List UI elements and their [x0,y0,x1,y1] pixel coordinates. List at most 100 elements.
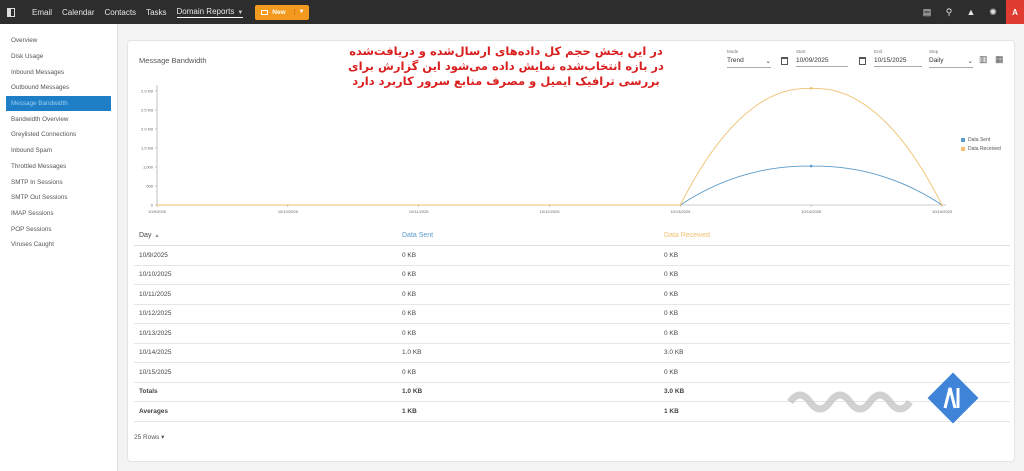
sidebar: Overview Disk Usage Inbound Messages Outbou… [0,24,118,471]
data-point [809,86,813,90]
legend-item-received: Data Received [961,146,1001,152]
series-line-sent [157,165,943,206]
cell-data-received: 0 KB [664,271,679,279]
data-point [548,204,551,206]
new-dropdown-chevron-icon[interactable]: ▼ [293,9,309,15]
sidebar-item-bandwidth-overview[interactable]: Bandwidth Overview [0,111,117,127]
header-day[interactable]: Day ▲ [134,232,402,239]
cell-day: 10/15/2025 [139,368,172,376]
y-tick-label: 2.0 KB [141,127,153,132]
cell-day: 10/12/2025 [139,310,172,318]
legend-swatch-received [961,147,965,151]
cell-data-sent: 1.0 KB [402,349,422,357]
sidebar-item-outbound-messages[interactable]: Outbound Messages [0,80,117,96]
search-icon[interactable]: ⚲ [938,7,960,18]
chart-legend: Data Sent Data Received [961,137,1001,155]
menu-toggle-icon[interactable] [0,0,22,24]
header-day-label: Day [139,232,152,239]
sidebar-item-message-bandwidth[interactable]: Message Bandwidth [6,95,111,112]
sidebar-item-smtp-out-sessions[interactable]: SMTP Out Sessions [0,190,117,206]
chevron-down-icon: ▾ [161,434,165,441]
cell-day: 10/10/2025 [139,271,172,279]
nav-domain-reports[interactable]: Domain Reports ▼ [176,6,244,18]
cell-day: 10/9/2025 [139,251,168,259]
x-tick-label: 10/9/2025 [148,209,167,214]
sidebar-item-pop-sessions[interactable]: POP Sessions [0,221,117,237]
sort-asc-icon: ▲ [154,233,160,239]
table-row: 10/10/2025 0 KB 0 KB [134,266,1010,285]
y-tick-label: 1.5 KB [141,146,153,151]
series-line-received [157,87,943,206]
cell-data-sent: 0 KB [402,329,417,337]
nav-tasks[interactable]: Tasks [146,8,166,17]
cell-data-received: 0 KB [664,290,679,298]
header-data-received[interactable]: Data Received [664,232,1004,239]
data-point [156,204,158,206]
data-point [417,204,420,206]
cell-data-sent: 0 KB [402,251,417,259]
sidebar-item-greylisted-connections[interactable]: Greylisted Connections [0,127,117,143]
cell-day: 10/11/2025 [139,290,172,298]
averages-sent: 1 KB [402,407,417,415]
totals-label: Totals [139,388,158,396]
cell-data-received: 0 KB [664,329,679,337]
sidebar-item-disk-usage[interactable]: Disk Usage [0,49,117,65]
y-tick-label: 0 [151,203,154,208]
avatar[interactable]: A [1006,0,1024,24]
bell-icon[interactable]: ▲ [960,7,982,17]
y-tick-label: 2.5 KB [141,108,153,113]
y-tick-label: 1,000 [143,165,154,170]
data-point [809,164,813,168]
cell-data-sent: 0 KB [402,310,417,318]
x-tick-label: 10/10/2025 [278,209,299,214]
nav-email[interactable]: Email [32,8,52,17]
legend-item-sent: Data Sent [961,137,1001,143]
rows-per-page-label: 25 Rows [134,434,160,441]
header-data-sent[interactable]: Data Sent [402,232,664,239]
cell-data-received: 0 KB [664,251,679,259]
x-tick-label: 10/13/2025 [670,209,691,214]
logo-watermark [787,372,979,424]
table-row: 10/14/2025 1.0 KB 3.0 KB [134,344,1010,363]
cell-day: 10/13/2025 [139,329,172,337]
cell-data-received: 3.0 KB [664,349,684,357]
sidebar-item-smtp-in-sessions[interactable]: SMTP In Sessions [0,174,117,190]
top-bar: Email Calendar Contacts Tasks Domain Rep… [0,0,1024,24]
sidebar-item-overview[interactable]: Overview [0,33,117,49]
chevron-down-icon: ▼ [237,9,244,16]
nav-calendar[interactable]: Calendar [62,8,94,17]
cell-data-sent: 0 KB [402,271,417,279]
sidebar-item-inbound-messages[interactable]: Inbound Messages [0,64,117,80]
x-tick-label: 10/14/2025 [801,209,822,214]
table-row: 10/9/2025 0 KB 0 KB [134,246,1010,266]
cell-day: 10/14/2025 [139,349,172,357]
bandwidth-chart: 0 500 1,000 1.5 KB 2.0 KB 2.5 KB 2.9 KB 10/9/20… [141,85,953,214]
averages-label: Averages [139,407,169,415]
new-button[interactable]: New ▼ [255,4,309,20]
table-row: 10/12/2025 0 KB 0 KB [134,305,1010,324]
cell-data-sent: 0 KB [402,290,417,298]
y-tick-label: 500 [146,184,153,189]
x-tick-label: 10/11/2025 [409,209,429,214]
y-tick-label: 2.9 KB [141,89,153,94]
data-point [679,204,682,206]
brightness-icon[interactable]: ✺ [982,7,1004,18]
new-button-label: New [272,8,286,16]
sidebar-item-inbound-spam[interactable]: Inbound Spam [0,143,117,159]
table-row: 10/13/2025 0 KB 0 KB [134,324,1010,344]
data-point [287,204,289,206]
sidebar-item-imap-sessions[interactable]: IMAP Sessions [0,206,117,222]
x-tick-label: 10/12/2025 [539,209,560,214]
chat-icon[interactable]: ▤ [916,7,938,18]
nav-contacts[interactable]: Contacts [104,8,136,17]
legend-label-sent: Data Sent [968,137,991,143]
data-point [941,204,943,206]
totals-sent: 1.0 KB [402,388,423,396]
cell-data-sent: 0 KB [402,368,417,376]
table-row: 10/11/2025 0 KB 0 KB [134,285,1010,305]
rows-per-page-select[interactable]: 25 Rows ▾ [134,433,164,441]
nav-domain-reports-label: Domain Reports [176,6,235,16]
mail-icon [261,9,269,15]
sidebar-item-viruses-caught[interactable]: Viruses Caught [0,237,117,253]
sidebar-item-throttled-messages[interactable]: Throttled Messages [0,159,117,175]
